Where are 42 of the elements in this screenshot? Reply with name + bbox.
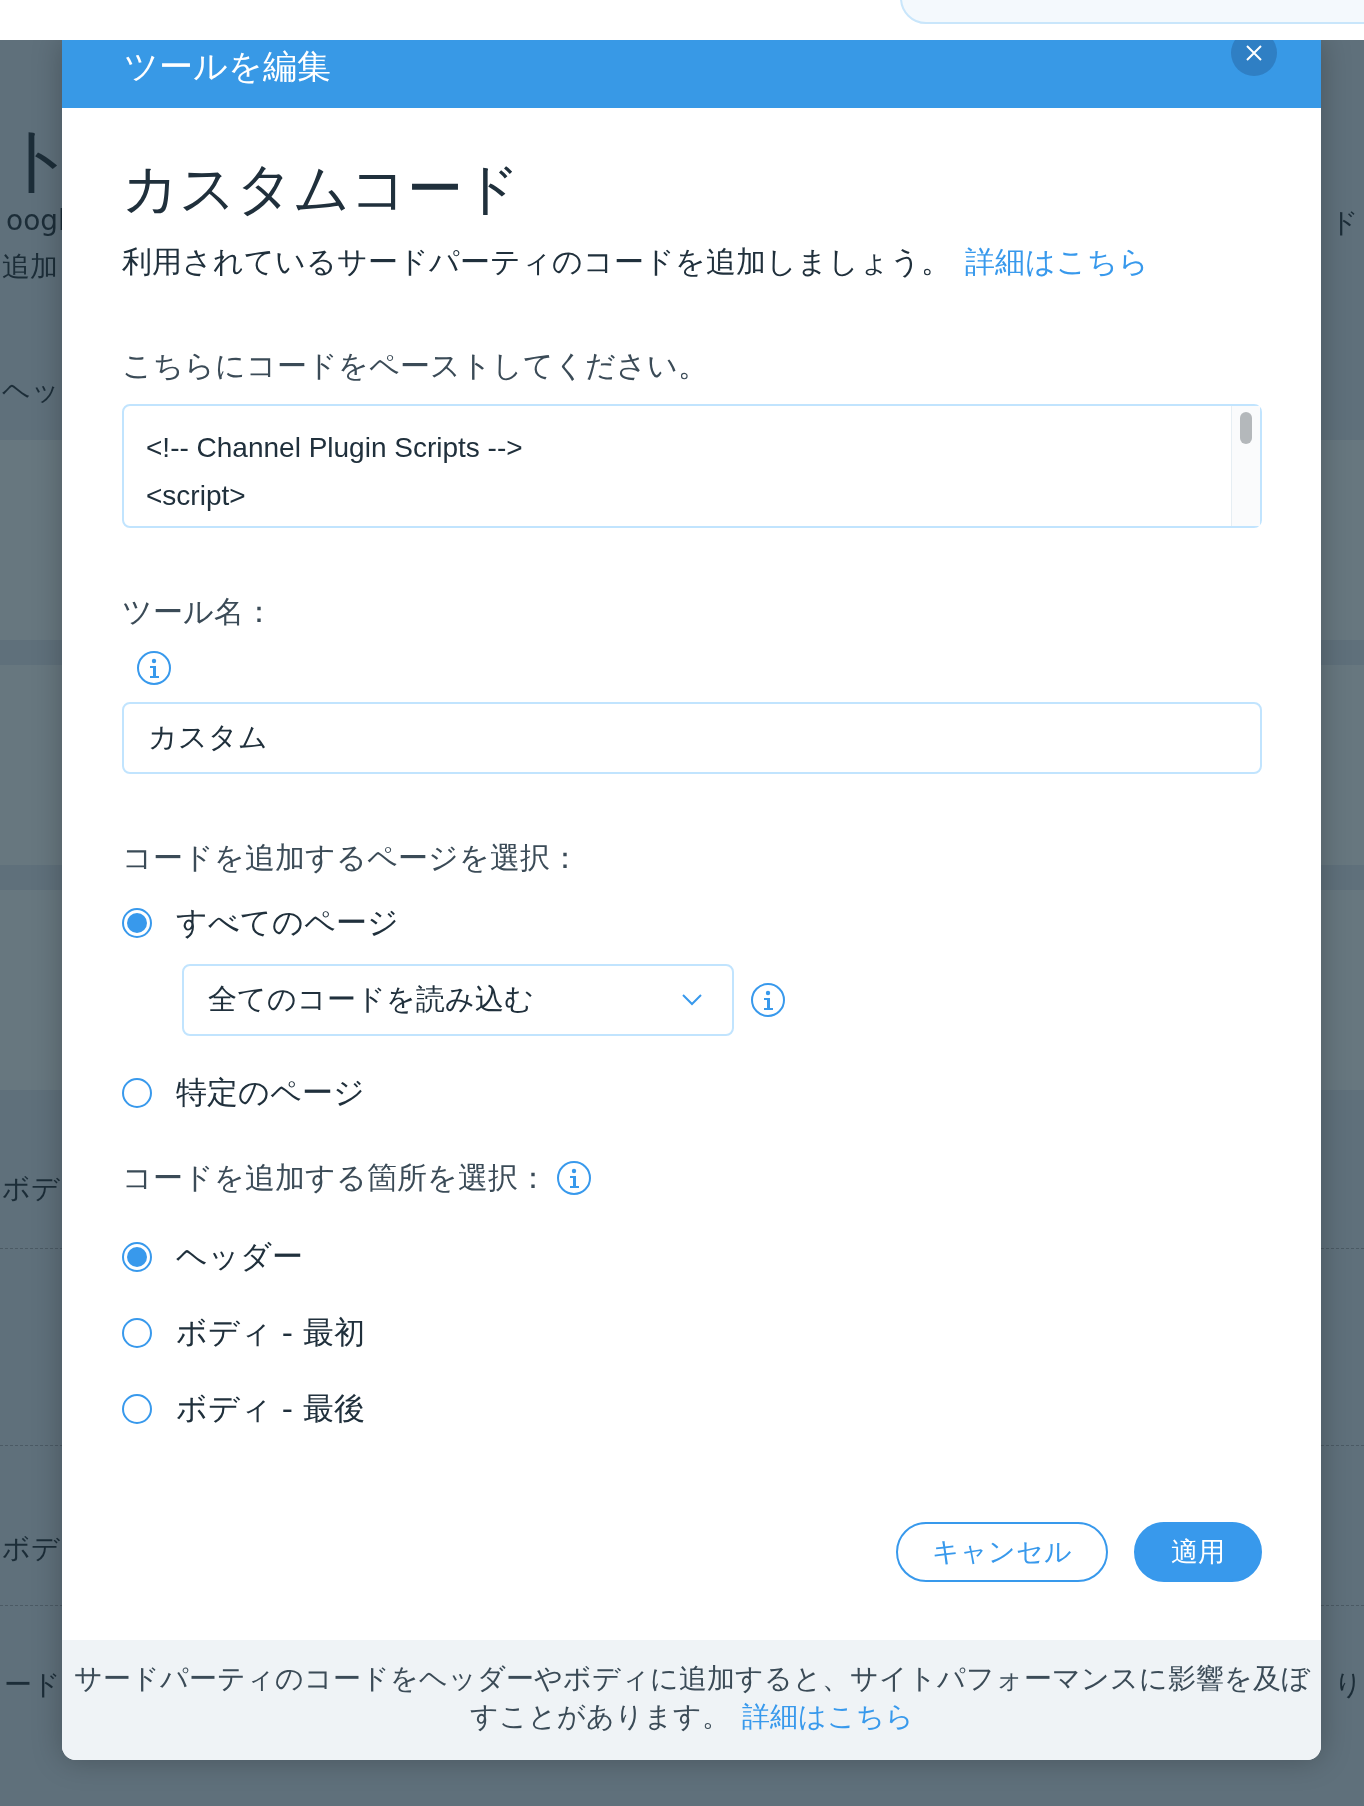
close-button[interactable] <box>1231 40 1277 76</box>
subtitle-text: 利用されているサードパーティのコードを追加しましょう。 詳細はこちら <box>122 243 1150 281</box>
radio-label: ヘッダー <box>176 1237 303 1276</box>
code-line: <script> <box>146 479 247 513</box>
close-icon <box>1246 45 1262 61</box>
radio-label: 特定のページ <box>176 1073 365 1112</box>
radio-button[interactable] <box>122 1318 152 1348</box>
info-icon[interactable] <box>750 982 786 1018</box>
radio-button[interactable] <box>122 1078 152 1108</box>
background-text: ボデ <box>2 1531 60 1567</box>
field-label: ツール名： <box>122 593 275 631</box>
footer-note: サードパーティのコードをヘッダーやボディに追加すると、サイトパフォーマンスに影響を及ぼすことがあります。 詳細はこちら <box>62 1640 1321 1760</box>
section-label: コードを追加する箇所を選択： <box>122 1159 548 1197</box>
background-text: り <box>1334 1667 1363 1703</box>
code-field[interactable]: <!-- Channel Plugin Scripts --> <script> <box>122 404 1262 528</box>
code-line: <!-- Channel Plugin Scripts --> <box>146 431 524 465</box>
field-label: こちらにコードをペーストしてください。 <box>122 347 709 385</box>
background-text: 追加 <box>2 249 58 285</box>
dialog-title: カスタムコード <box>122 155 521 223</box>
scrollbar[interactable] <box>1231 406 1260 526</box>
radio-button[interactable] <box>122 1242 152 1272</box>
background-text: ヘッ <box>2 373 60 409</box>
section-label: コードを追加するページを選択： <box>122 839 581 877</box>
background-text: ド <box>1330 205 1359 241</box>
apply-button[interactable]: 適用 <box>1134 1522 1262 1582</box>
dropdown[interactable]: 全てのコードを読み込む <box>182 964 734 1036</box>
radio-button[interactable] <box>122 908 152 938</box>
cancel-button[interactable]: キャンセル <box>896 1522 1108 1582</box>
background-text: ード <box>4 1667 61 1703</box>
radio-button[interactable] <box>122 1394 152 1424</box>
chevron-down-icon <box>682 994 702 1006</box>
info-icon[interactable] <box>136 650 172 686</box>
window-title: ツールを編集 <box>124 46 331 86</box>
input-field[interactable]: カスタム <box>122 702 1262 774</box>
learn-more-link[interactable]: 詳細はこちら <box>741 1700 914 1733</box>
radio-label: すべてのページ <box>176 903 399 942</box>
background-text: ト <box>2 116 76 203</box>
background-text: ボデ <box>2 1171 60 1207</box>
radio-label: ボディ - 最後 <box>176 1389 365 1428</box>
radio-label: ボディ - 最初 <box>176 1313 365 1352</box>
info-icon[interactable] <box>556 1160 592 1196</box>
learn-more-link[interactable]: 詳細はこちら <box>965 244 1149 279</box>
